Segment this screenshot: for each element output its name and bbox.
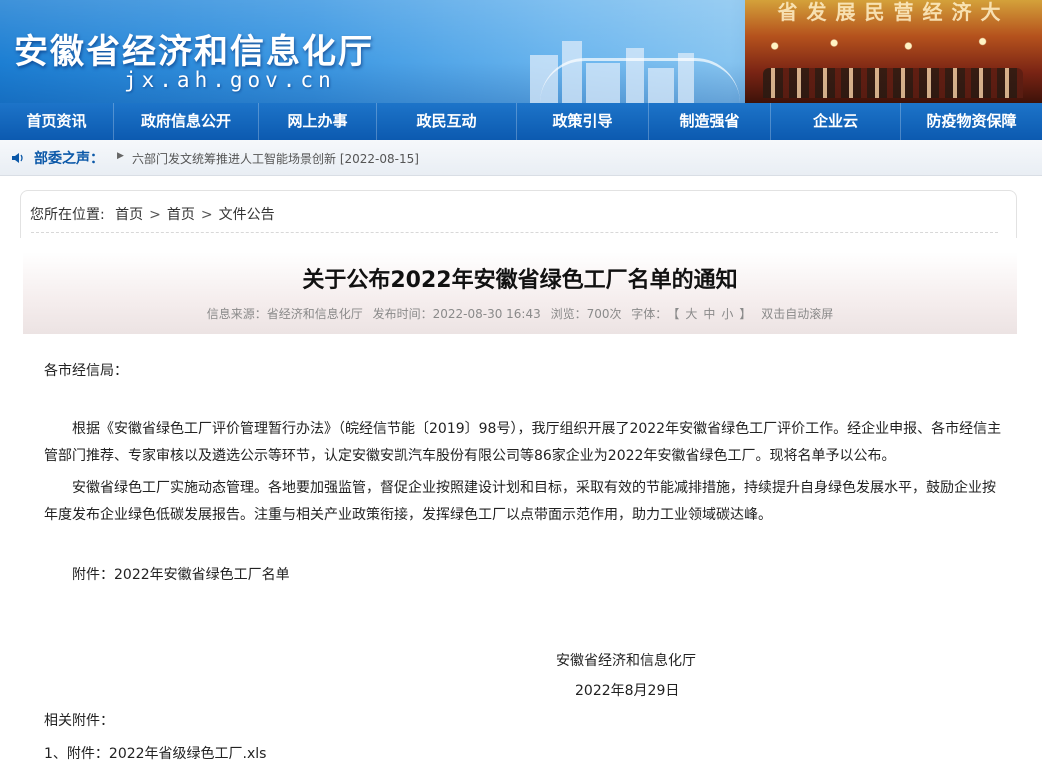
- divider: [31, 232, 998, 233]
- main-nav: 首页资讯 政府信息公开 网上办事 政民互动 政策引导 制造强省 企业云 防疫物资…: [0, 103, 1042, 140]
- greeting: 各市经信局：: [44, 363, 128, 379]
- article-header: 关于公布2022年安徽省绿色工厂名单的通知 信息来源：省经济和信息化厅 发布时间…: [23, 252, 1017, 334]
- font-size-small-button[interactable]: 小: [721, 307, 733, 321]
- page: 安徽省经济和信息化厅 jx.ah.gov.cn 省发展民营经济大 首页资讯 政府…: [0, 0, 1042, 773]
- meta-source: 信息来源：省经济和信息化厅: [206, 307, 363, 321]
- breadcrumb-separator: >: [149, 207, 161, 223]
- banner-slogan: 省发展民营经济大: [777, 0, 1010, 24]
- breadcrumb-item-home-2[interactable]: 首页: [167, 207, 195, 223]
- paragraph-2: 安徽省绿色工厂实施动态管理。各地要加强监管，督促企业按照建设计划和目标，采取有效…: [44, 480, 996, 523]
- nav-item-epidemic-supplies[interactable]: 防疫物资保障: [901, 103, 1042, 140]
- triangle-right-icon: ▶: [117, 151, 124, 161]
- site-banner: 安徽省经济和信息化厅 jx.ah.gov.cn 省发展民营经济大: [0, 0, 1042, 103]
- breadcrumb-item-home[interactable]: 首页: [115, 207, 143, 223]
- attachment-note: 附件：2022年安徽省绿色工厂名单: [72, 567, 290, 583]
- site-title[interactable]: 安徽省经济和信息化厅: [14, 24, 374, 73]
- bridge-arch-image: [540, 58, 740, 103]
- notice-link[interactable]: 六部门发文统筹推进人工智能场景创新 [2022-08-15]: [132, 150, 419, 167]
- attachment-link[interactable]: 1、附件：2022年省级绿色工厂.xls: [44, 746, 266, 762]
- nav-item-manufacturing[interactable]: 制造强省: [649, 103, 771, 140]
- breadcrumb: 您所在位置: 首页 > 首页 > 文件公告: [30, 204, 281, 224]
- font-size-close: 】: [739, 307, 752, 321]
- font-size-open: 【: [673, 307, 680, 321]
- article-title: 关于公布2022年安徽省绿色工厂名单的通知: [302, 268, 738, 293]
- nav-item-news[interactable]: 首页资讯: [0, 103, 114, 140]
- conference-photo: 省发展民营经济大: [745, 0, 1042, 103]
- nav-item-enterprise-cloud[interactable]: 企业云: [771, 103, 901, 140]
- nav-item-gov-info[interactable]: 政府信息公开: [114, 103, 259, 140]
- meta-published: 发布时间：2022-08-30 16:43: [372, 307, 541, 321]
- article-meta: 信息来源：省经济和信息化厅 发布时间：2022-08-30 16:43 浏览：7…: [23, 305, 1017, 322]
- meta-font-label: 字体：: [631, 307, 668, 321]
- breadcrumb-prefix: 您所在位置:: [30, 207, 105, 223]
- notice-ticker: 部委之声： ▶ 六部门发文统筹推进人工智能场景创新 [2022-08-15]: [0, 140, 1042, 176]
- breadcrumb-separator: >: [200, 207, 213, 223]
- notice-label: 部委之声：: [34, 151, 104, 167]
- font-size-medium-button[interactable]: 中: [703, 307, 715, 321]
- attachment-list: 1、附件：2022年省级绿色工厂.xls: [44, 741, 1004, 768]
- nav-item-online-services[interactable]: 网上办事: [259, 103, 377, 140]
- meta-views: 浏览：700次: [550, 307, 622, 321]
- auto-scroll-toggle[interactable]: 双击自动滚屏: [761, 307, 833, 321]
- font-size-large-button[interactable]: 大: [685, 307, 697, 321]
- related-attachments-label: 相关附件：: [44, 713, 114, 729]
- site-domain: jx.ah.gov.cn: [124, 68, 336, 92]
- paragraph-1: 根据《安徽省绿色工厂评价管理暂行办法》（皖经信节能〔2019〕98号），我厅组织…: [44, 421, 1002, 464]
- signature-org: 安徽省经济和信息化厅: [556, 653, 696, 669]
- breadcrumb-item-notices[interactable]: 文件公告: [219, 207, 275, 223]
- nav-item-policy[interactable]: 政策引导: [517, 103, 649, 140]
- speaker-icon: [12, 153, 23, 163]
- nav-item-interaction[interactable]: 政民互动: [377, 103, 517, 140]
- signature-date: 2022年8月29日: [575, 683, 680, 699]
